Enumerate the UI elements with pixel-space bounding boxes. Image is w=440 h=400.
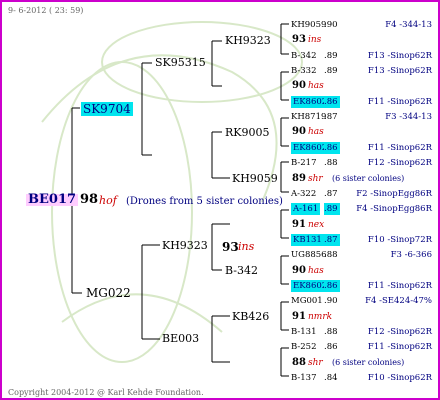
gen4-year: 91 [292,311,306,322]
gen4-year: 90 [292,80,306,91]
gen4-origin: F13 -Sinop62R [367,51,432,61]
drone-origin-id: SK9704 [81,102,133,116]
queen-note: (Drones from 5 sister colonies) [126,196,283,207]
gen4-year: 90 [292,265,306,276]
gen4-year: 89 [292,173,306,184]
gen4-year: 91 [292,219,306,230]
gen4-id: B-252 [291,342,317,352]
header-date: 9- 6-2012 ( 23: 59) [8,6,84,15]
queen-year: 98 [80,192,99,207]
gen4-breeder: has [308,266,324,276]
gen4-origin: F13 -Sinop62R [367,66,432,76]
gen4-value: .87 [324,112,338,122]
gen4-value: .86 [324,142,340,154]
gen4-value: .86 [324,342,338,352]
gen4-year: 88 [292,357,306,368]
gen4-origin: F3 -344-13 [385,112,432,122]
gen4-year: 90 [292,126,306,137]
footer-copyright: Copyright 2004-2012 @ Karl Kehde Foundat… [8,388,204,397]
gen4-id: KH8719 [291,112,327,122]
gen4-id: KH9059 [291,20,327,30]
gen4-origin: F11 -Sinop62R [367,342,432,352]
gen3-id: KB426 [232,310,270,323]
gen4-id: A-161 [291,203,321,215]
queen-breeder: hof [99,194,117,207]
gen3-id: KH9059 [232,172,278,185]
gen4-note: (6 sister colonies) [332,358,405,367]
gen4-value: .90 [324,296,338,306]
gen4-value: .86 [324,96,340,108]
gen4-origin: F4 -SE424-47% [365,296,432,306]
gen4-breeder: shr [308,174,323,184]
gen4-note: (6 sister colonies) [332,174,405,183]
gen4-value: .89 [324,203,340,215]
gen4-value: .88 [324,158,338,168]
gen4-value: .88 [324,250,338,260]
gen4-id: A-322 [291,189,317,199]
gen3-year: 93 [222,240,239,254]
gen2-id: SK95315 [155,56,206,69]
gen4-value: .86 [324,280,340,292]
gen4-value: .87 [324,234,340,246]
gen4-origin: F3 -6-366 [390,250,432,260]
gen2-id: BE003 [162,332,200,345]
gen3-id: KH9323 [225,34,271,47]
gen2-id: KH9323 [162,239,208,252]
gen4-id: UG8856 [291,250,327,260]
gen4-id: B-332 [291,66,317,76]
gen4-origin: F10 -Sinop62R [367,373,432,383]
gen4-breeder: has [308,81,324,91]
gen4-origin: F10 -Sinop72R [367,235,432,245]
gen4-id: B-131 [291,327,317,337]
gen3-breeder: ins [238,240,255,253]
gen4-value: .88 [324,327,338,337]
gen4-origin: F11 -Sinop62R [367,97,432,107]
gen3-id: RK9005 [225,126,270,139]
gen4-id: MG001 [291,296,323,306]
gen4-origin: F2 -SinopEgg86R [356,189,432,199]
gen4-origin: F4 -344-13 [385,20,432,30]
pedigree-frame: 9- 6-2012 ( 23: 59) BE017 98 hof (Drones… [0,0,440,400]
gen4-value: .89 [324,66,338,76]
gen4-breeder: nex [308,220,325,230]
gen4-origin: F11 -Sinop62R [367,143,432,153]
gen4-origin: F12 -Sinop62R [367,327,432,337]
gen4-breeder: nmrk [308,312,333,322]
gen4-breeder: has [308,127,324,137]
gen4-id: B-342 [291,51,317,61]
gen4-value: .84 [324,373,338,383]
gen4-id: B-217 [291,158,317,168]
queen-id: BE017 [26,192,79,207]
gen3-id: B-342 [225,264,258,277]
gen4-id: KB131 [291,234,324,246]
gen4-breeder: ins [308,35,322,45]
gen4-value: .89 [324,51,338,61]
gen4-value: .90 [324,20,338,30]
mother-id: MG022 [86,286,131,300]
gen4-origin: F11 -Sinop62R [367,281,432,291]
gen4-breeder: shr [308,358,323,368]
gen4-year: 93 [292,34,306,45]
gen4-value: .87 [324,189,338,199]
gen4-origin: F4 -SinopEgg86R [356,204,432,214]
gen4-id: B-137 [291,373,317,383]
gen4-origin: F12 -Sinop62R [367,158,432,168]
